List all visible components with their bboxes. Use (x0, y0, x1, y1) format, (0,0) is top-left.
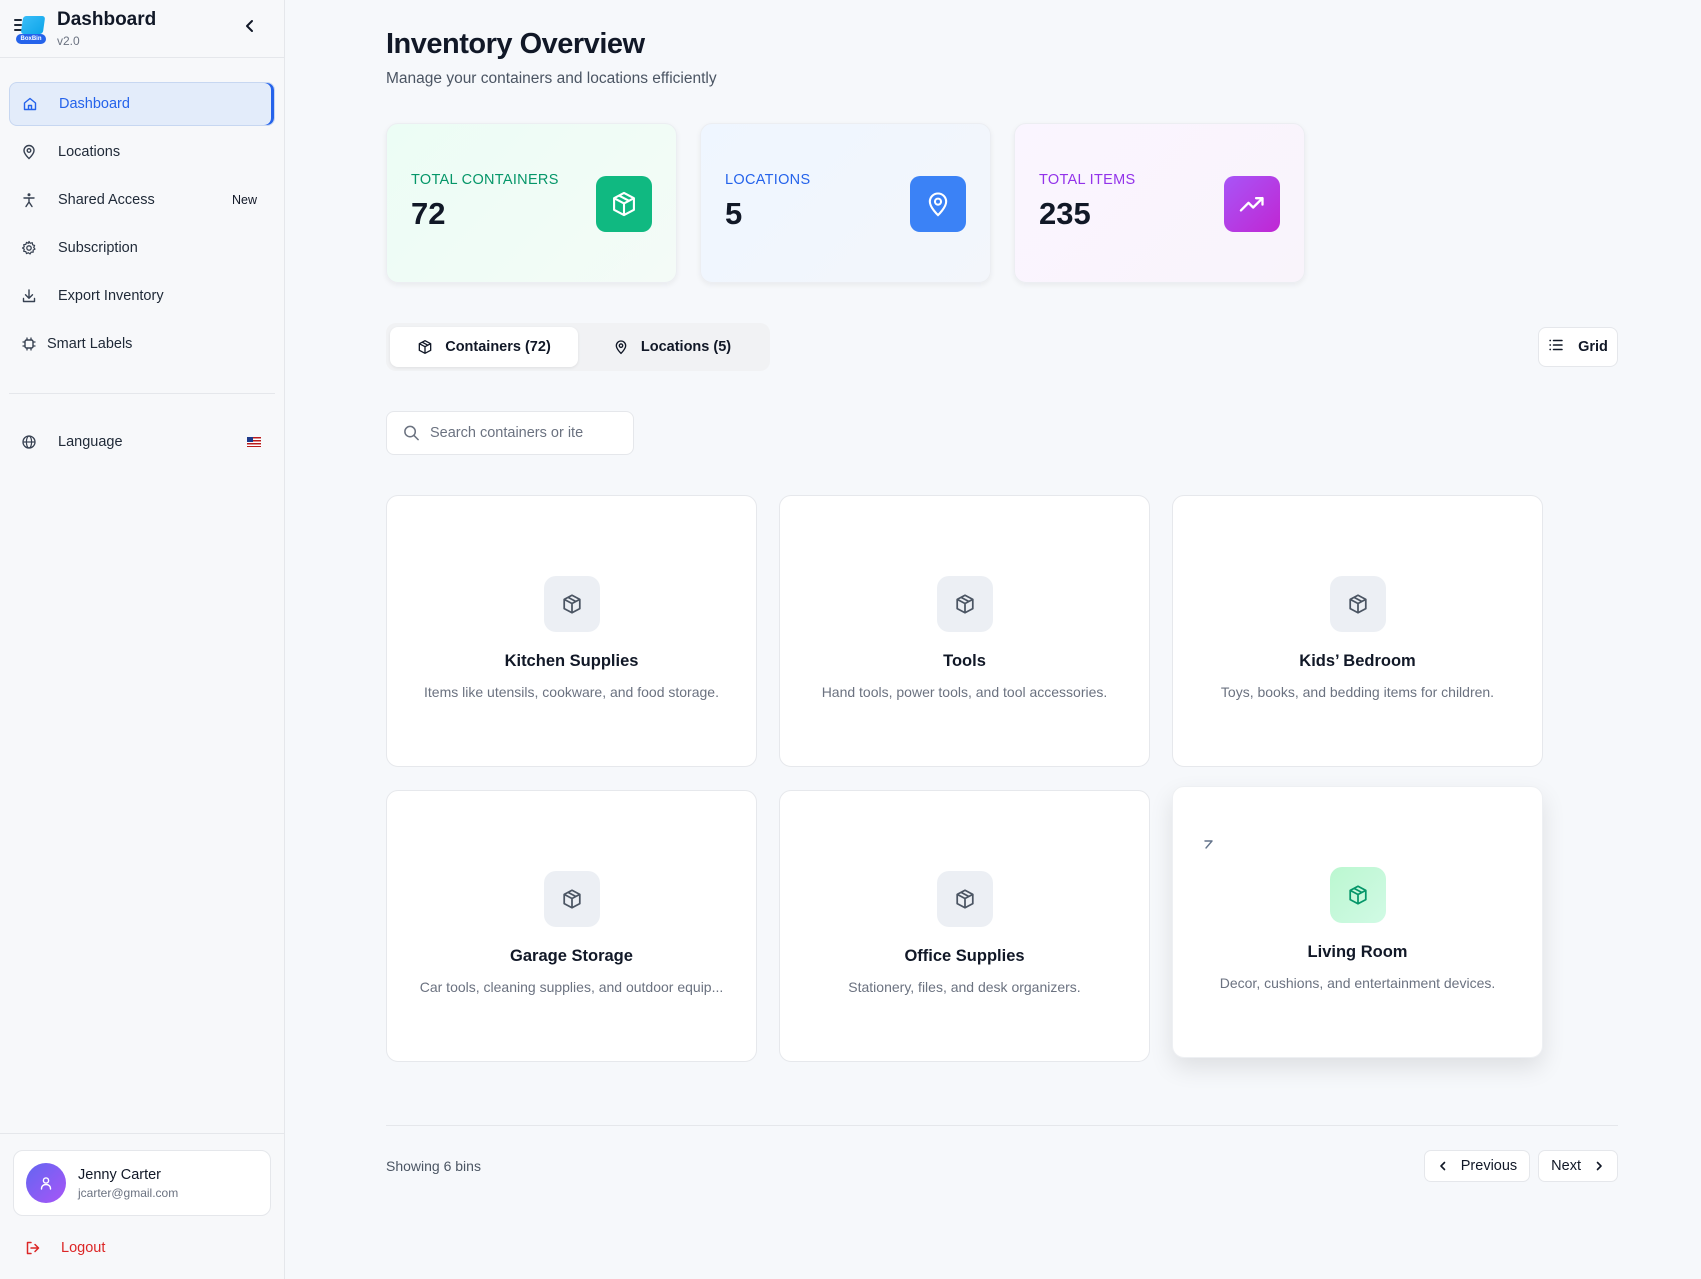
container-description: Hand tools, power tools, and tool access… (821, 684, 1108, 700)
gear-icon (21, 240, 37, 256)
sidebar-item-label: Smart Labels (47, 336, 133, 352)
sidebar-item-label: Export Inventory (58, 288, 164, 304)
container-card-garage-storage[interactable]: Garage Storage Car tools, cleaning suppl… (386, 790, 757, 1062)
sidebar-item-smart-labels[interactable]: Smart Labels (9, 322, 275, 366)
container-name: Kitchen Supplies (504, 652, 639, 670)
user-email: jcarter@gmail.com (78, 1185, 179, 1200)
logout-icon (25, 1240, 41, 1256)
trending-up-icon (1224, 176, 1280, 232)
stat-card-total-containers: TOTAL CONTAINERS 72 (386, 123, 677, 283)
container-name: Kids’ Bedroom (1299, 652, 1416, 670)
map-pin-icon (910, 176, 966, 232)
previous-label: Previous (1460, 1158, 1518, 1174)
container-name: Garage Storage (510, 947, 633, 965)
brand-header: BoxBin Dashboard v2.0 (0, 0, 284, 58)
container-description: Items like utensils, cookware, and food … (424, 684, 719, 700)
avatar (26, 1163, 66, 1203)
logout-label: Logout (61, 1240, 106, 1256)
stat-card-locations: LOCATIONS 5 (700, 123, 991, 283)
view-toggle-label: Grid (1578, 339, 1608, 355)
list-icon (1548, 337, 1564, 357)
sidebar-divider (9, 393, 275, 394)
container-card-office-supplies[interactable]: Office Supplies Stationery, files, and d… (779, 790, 1150, 1062)
container-description: Stationery, files, and desk organizers. (848, 979, 1081, 995)
pagination: Previous Next (1416, 1150, 1618, 1182)
tab-containers[interactable]: Containers (72) (390, 327, 578, 367)
download-icon (21, 288, 37, 304)
container-name: Office Supplies (904, 947, 1025, 965)
logout-button[interactable]: Logout (13, 1240, 271, 1256)
view-tabs: Containers (72) Locations (5) (386, 323, 770, 371)
sidebar-item-label: Language (58, 434, 123, 450)
collapse-sidebar-button[interactable] (242, 18, 258, 34)
previous-page-button[interactable]: Previous (1423, 1150, 1531, 1182)
sidebar: BoxBin Dashboard v2.0 Dashboard Location… (0, 0, 285, 1279)
view-toggle-button[interactable]: Grid (1538, 327, 1618, 367)
app-title: Dashboard (57, 9, 157, 30)
sidebar-item-label: Shared Access (58, 192, 155, 208)
page-title: Inventory Overview (386, 28, 645, 60)
box-icon (417, 339, 433, 355)
container-card-tools[interactable]: Tools Hand tools, power tools, and tool … (779, 495, 1150, 767)
sidebar-item-label: Locations (58, 144, 121, 160)
box-icon (936, 871, 993, 927)
container-description: Decor, cushions, and entertainment devic… (1219, 975, 1496, 991)
tab-label: Containers (72) (445, 339, 551, 355)
box-icon (543, 576, 600, 632)
home-icon (22, 96, 38, 112)
person-icon (21, 192, 37, 208)
container-description: Toys, books, and bedding items for child… (1220, 684, 1495, 700)
boxbin-logo: BoxBin (14, 13, 46, 45)
page-subtitle: Manage your containers and locations eff… (386, 70, 717, 87)
box-icon (936, 576, 993, 632)
box-icon (596, 176, 652, 232)
user-profile-card[interactable]: Jenny Carter jcarter@gmail.com (13, 1150, 271, 1216)
chevron-left-icon (246, 20, 253, 32)
arrow-up-right-icon (1203, 837, 1215, 849)
sidebar-item-label: Dashboard (59, 96, 130, 112)
user-icon (40, 1177, 52, 1190)
sidebar-item-export-inventory[interactable]: Export Inventory (9, 274, 275, 318)
sidebar-item-language[interactable]: Language (9, 420, 275, 464)
sidebar-nav: Dashboard Locations Shared Access New Su… (0, 58, 284, 366)
search-box (386, 411, 634, 455)
app-version: v2.0 (57, 34, 80, 48)
chevron-left-icon (1437, 1160, 1449, 1172)
container-card-kids-bedroom[interactable]: Kids’ Bedroom Toys, books, and bedding i… (1172, 495, 1543, 767)
next-page-button[interactable]: Next (1538, 1150, 1618, 1182)
container-card-kitchen-supplies[interactable]: Kitchen Supplies Items like utensils, co… (386, 495, 757, 767)
sidebar-item-subscription[interactable]: Subscription (9, 226, 275, 270)
sidebar-item-shared-access[interactable]: Shared Access New (9, 178, 275, 222)
new-badge: New (231, 193, 257, 207)
sidebar-item-dashboard[interactable]: Dashboard (9, 82, 275, 126)
search-icon (404, 425, 419, 441)
container-name: Living Room (1307, 943, 1408, 961)
sidebar-item-label: Subscription (58, 240, 138, 256)
box-icon (1329, 867, 1386, 923)
sidebar-footer: Jenny Carter jcarter@gmail.com Logout (0, 1133, 284, 1279)
tab-locations[interactable]: Locations (5) (578, 327, 766, 367)
chevron-right-icon (1593, 1160, 1605, 1172)
container-name: Tools (943, 652, 986, 670)
map-pin-icon (613, 339, 629, 355)
tab-label: Locations (5) (640, 339, 732, 355)
box-icon (543, 871, 600, 927)
stat-card-total-items: TOTAL ITEMS 235 (1014, 123, 1305, 283)
us-flag-icon (247, 437, 261, 447)
box-icon (1329, 576, 1386, 632)
map-pin-icon (21, 144, 37, 160)
chip-icon (21, 336, 37, 352)
globe-icon (21, 434, 37, 450)
container-description: Car tools, cleaning supplies, and outdoo… (419, 979, 724, 995)
results-count: Showing 6 bins (386, 1158, 481, 1174)
search-input[interactable] (430, 425, 617, 441)
container-card-living-room[interactable]: Living Room Decor, cushions, and enterta… (1172, 786, 1543, 1058)
user-name: Jenny Carter (78, 1166, 162, 1183)
footer-divider (386, 1125, 1618, 1126)
sidebar-item-locations[interactable]: Locations (9, 130, 275, 174)
next-label: Next (1551, 1158, 1581, 1174)
